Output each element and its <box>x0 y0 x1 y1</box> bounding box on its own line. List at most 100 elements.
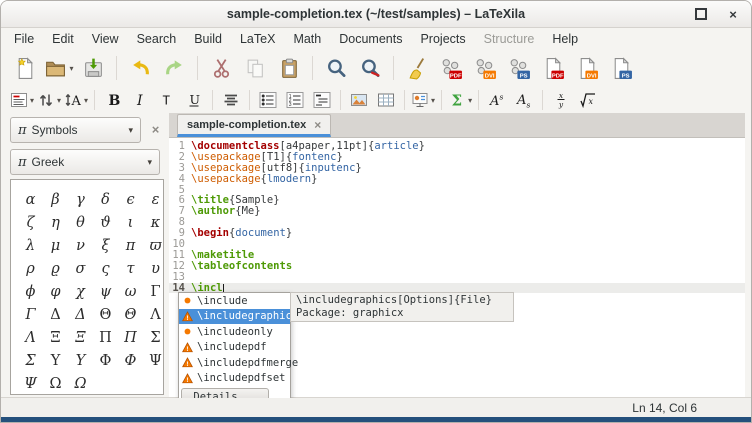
menu-help[interactable]: Help <box>543 30 587 48</box>
greek-symbol[interactable]: ς <box>93 257 118 280</box>
greek-symbol[interactable]: Σ <box>18 349 43 372</box>
fraction-button[interactable]: xy <box>548 88 574 112</box>
menu-latex[interactable]: LaTeX <box>231 30 284 48</box>
completion-item[interactable]: \includeonly <box>179 324 290 340</box>
greek-symbol[interactable]: Φ <box>118 349 143 372</box>
greek-symbol[interactable]: Π <box>93 326 118 349</box>
save-file-button[interactable] <box>77 53 109 83</box>
centering-button[interactable] <box>218 88 244 112</box>
greek-symbol[interactable]: φ <box>43 280 68 303</box>
open-file-button[interactable]: ▾ <box>43 53 75 83</box>
sidebar-panel-selector[interactable]: πSymbols ▾ <box>10 117 141 143</box>
menu-view[interactable]: View <box>83 30 128 48</box>
superscript-button[interactable]: As <box>484 88 510 112</box>
greek-symbol[interactable]: λ <box>18 234 43 257</box>
greek-symbol[interactable]: Ψ <box>18 372 43 395</box>
greek-symbol[interactable]: π <box>118 234 143 257</box>
greek-symbol[interactable]: ϖ <box>143 234 164 257</box>
menu-projects[interactable]: Projects <box>411 30 474 48</box>
greek-symbol[interactable]: υ <box>143 257 164 280</box>
greek-symbol[interactable]: Φ <box>93 349 118 372</box>
greek-symbol[interactable]: Δ <box>68 303 93 326</box>
insert-table-button[interactable] <box>373 88 399 112</box>
sidebar-close-button[interactable]: × <box>147 121 164 138</box>
italic-button[interactable]: I <box>127 88 153 112</box>
greek-symbol[interactable]: Ψ <box>143 349 164 372</box>
greek-symbol[interactable]: Υ <box>43 349 68 372</box>
greek-symbol[interactable]: τ <box>118 257 143 280</box>
view-pdf-button[interactable]: PDF <box>537 53 569 83</box>
underline-button[interactable]: U <box>181 88 207 112</box>
undo-button[interactable] <box>124 53 156 83</box>
compile-latex-pdf-button[interactable]: PDF <box>435 53 467 83</box>
greek-symbol[interactable]: Γ <box>18 303 43 326</box>
menu-search[interactable]: Search <box>128 30 186 48</box>
greek-symbol[interactable]: ξ <box>93 234 118 257</box>
greek-symbol[interactable]: Σ <box>143 326 164 349</box>
search-replace-button[interactable] <box>354 53 386 83</box>
compile-latex-dvi-button[interactable]: DVI <box>469 53 501 83</box>
greek-symbol[interactable]: ψ <box>93 280 118 303</box>
greek-symbol[interactable]: ω <box>118 280 143 303</box>
menu-build[interactable]: Build <box>185 30 231 48</box>
view-dvi-button[interactable]: DVI <box>571 53 603 83</box>
details-button[interactable]: Details... <box>181 388 269 398</box>
paste-button[interactable] <box>273 53 305 83</box>
sections-button[interactable]: ▾ <box>9 88 35 112</box>
copy-button[interactable] <box>239 53 271 83</box>
greek-symbol[interactable]: δ <box>93 188 118 211</box>
search-button[interactable] <box>320 53 352 83</box>
greek-symbol[interactable]: ε <box>143 188 164 211</box>
greek-symbol[interactable]: Ω <box>43 372 68 395</box>
greek-symbol[interactable]: Π <box>118 326 143 349</box>
greek-symbol[interactable]: θ <box>68 211 93 234</box>
bold-button[interactable]: B <box>100 88 126 112</box>
math-environments-button[interactable]: Σ▾ <box>447 88 473 112</box>
greek-symbol[interactable]: ρ <box>18 257 43 280</box>
greek-symbol[interactable]: Ω <box>68 372 93 395</box>
list-enumerate-button[interactable]: 123 <box>282 88 308 112</box>
maximize-button[interactable] <box>693 6 709 22</box>
greek-symbol[interactable]: ϱ <box>43 257 68 280</box>
greek-symbol[interactable]: χ <box>68 280 93 303</box>
presentation-environments-button[interactable]: ▾ <box>410 88 436 112</box>
clean-build-files-button[interactable] <box>401 53 433 83</box>
greek-symbol[interactable]: β <box>43 188 68 211</box>
compile-latex-ps-button[interactable]: PS <box>503 53 535 83</box>
completion-item[interactable]: !\includepdfmerge <box>179 355 290 371</box>
greek-symbol[interactable]: Ξ <box>68 326 93 349</box>
subscript-button[interactable]: As <box>511 88 537 112</box>
greek-symbol[interactable]: Υ <box>68 349 93 372</box>
redo-button[interactable] <box>158 53 190 83</box>
square-root-button[interactable]: x <box>575 88 601 112</box>
view-ps-button[interactable]: PS <box>605 53 637 83</box>
list-description-button[interactable] <box>309 88 335 112</box>
greek-symbol[interactable]: ϑ <box>93 211 118 234</box>
greek-symbol[interactable]: Δ <box>43 303 68 326</box>
list-itemize-button[interactable] <box>255 88 281 112</box>
greek-symbol[interactable]: ι <box>118 211 143 234</box>
greek-symbol[interactable]: ν <box>68 234 93 257</box>
greek-symbol[interactable]: κ <box>143 211 164 234</box>
tab-close-icon[interactable]: × <box>314 119 321 131</box>
document-tab[interactable]: sample-completion.tex × <box>177 114 331 137</box>
greek-symbol[interactable]: Γ <box>143 280 164 303</box>
menu-documents[interactable]: Documents <box>330 30 411 48</box>
typewriter-button[interactable]: T <box>154 88 180 112</box>
cut-button[interactable] <box>205 53 237 83</box>
greek-symbol[interactable]: ϕ <box>18 280 43 303</box>
greek-symbol[interactable]: Θ <box>93 303 118 326</box>
greek-symbol[interactable]: Λ <box>18 326 43 349</box>
greek-symbol[interactable]: Λ <box>143 303 164 326</box>
greek-symbol[interactable]: μ <box>43 234 68 257</box>
greek-symbol[interactable]: σ <box>68 257 93 280</box>
greek-symbol[interactable]: ζ <box>18 211 43 234</box>
menu-file[interactable]: File <box>5 30 43 48</box>
symbol-category-selector[interactable]: πGreek ▾ <box>10 149 160 175</box>
menu-math[interactable]: Math <box>284 30 330 48</box>
code-editor[interactable]: 1\documentclass[a4paper,11pt]{article}2\… <box>169 138 745 398</box>
greek-symbol[interactable]: η <box>43 211 68 234</box>
close-button[interactable]: × <box>725 6 741 22</box>
new-file-button[interactable] <box>9 53 41 83</box>
completion-item[interactable]: !\includegraphics <box>179 309 290 325</box>
